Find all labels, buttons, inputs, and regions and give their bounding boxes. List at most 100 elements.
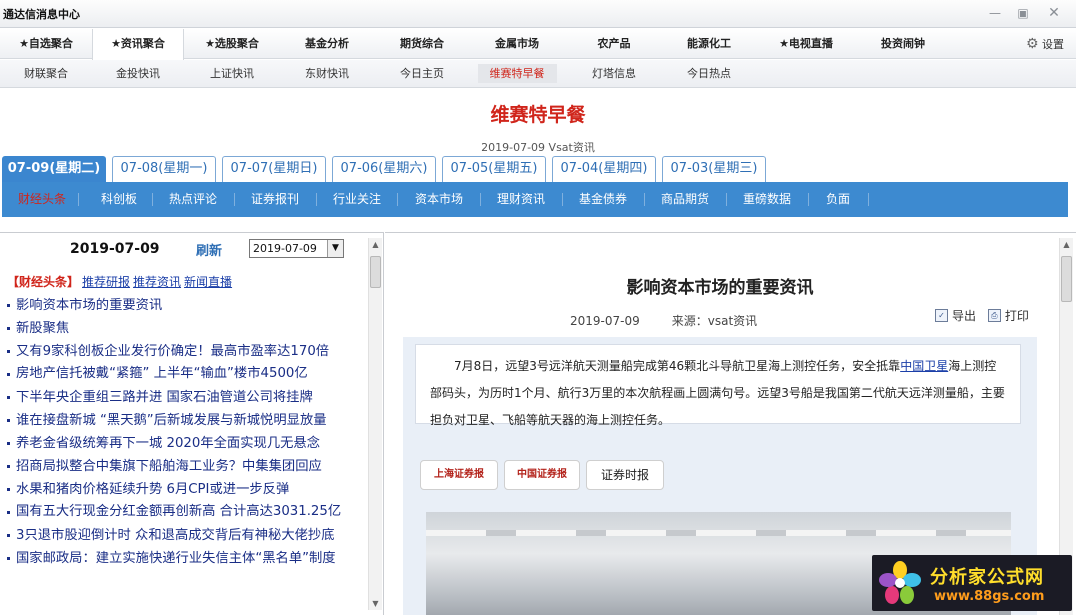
subnav-tab-0[interactable]: 财联聚合 [0,60,92,88]
article-summary: 7月8日，远望3号远洋航天测量船完成第46颗北斗导航卫星海上测控任务，安全抵靠中… [415,344,1021,427]
print-label: 打印 [1004,309,1029,323]
nav-tab-5[interactable]: 金属市场 [471,29,563,59]
article-source: 来源：vsat资讯 [671,314,758,328]
nav-tab-7[interactable]: 能源化工 [663,29,755,59]
date-tab-1[interactable]: 07-08(星期一) [112,156,216,182]
chevron-down-icon[interactable]: ▼ [327,240,343,257]
news-item[interactable]: 下半年央企重组三路并进 国家石油管道公司将挂牌 [7,386,359,409]
news-list: 影响资本市场的重要资讯 新股聚焦 又有9家科创板企业发行价确定！最高市盈率达170倍… [7,294,359,570]
subnav-tab-7[interactable]: 今日热点 [663,60,755,88]
date-tab-3[interactable]: 07-06(星期六) [332,156,436,182]
logo-securities-times[interactable]: 证券时报 [586,460,664,490]
news-item[interactable]: 谁在接盘新城 “黑天鹅”后新城发展与新城悦明显放量 [7,409,359,432]
subnav-tab-2[interactable]: 上证快讯 [186,60,278,88]
nav-tab-2[interactable]: ★选股聚合 [186,29,278,59]
news-item[interactable]: 又有9家科创板企业发行价确定！最高市盈率达170倍 [7,340,359,363]
article-tools: ✓ 导出 ⎙ 打印 [935,307,1037,324]
ad-url: www.88gs.com [934,589,1045,604]
date-tab-0[interactable]: 07-09(星期二) [2,156,106,182]
date-tab-5[interactable]: 07-04(星期四) [552,156,656,182]
scroll-down-icon[interactable]: ▼ [369,597,382,610]
article-date: 2019-07-09 [570,314,640,328]
link-news-live[interactable]: 新闻直播 [184,275,232,289]
news-item[interactable]: 影响资本市场的重要资讯 [7,294,359,317]
minimize-icon[interactable]: — [984,5,1006,21]
news-item[interactable]: 国有五大行现金分红金额再创新高 合计高达3031.25亿 [7,501,359,524]
category-tab-5[interactable]: 资本市场 [398,182,480,217]
article-title: 影响资本市场的重要资讯 [626,278,814,298]
main-nav: ★自选聚合 ★资讯聚合 ★选股聚合 基金分析 期货综合 金属市场 农产品 能源化工 ★电视直播投… [0,29,1076,60]
watermark-ad: 分析家公式网 www.88gs.com [872,555,1072,611]
date-tab-4[interactable]: 07-05(星期五) [442,156,546,182]
subnav-tab-5[interactable]: 维赛特早餐 [471,60,563,88]
category-tab-6[interactable]: 理财资讯 [480,182,562,217]
window-title: 通达信消息中心 [3,8,80,21]
logo-china-securities[interactable]: 中国证券报 [504,460,580,490]
category-tab-7[interactable]: 基金债券 [562,182,644,217]
left-scrollbar[interactable]: ▲ ▼ [368,238,382,610]
subnav-tab-label: 灯塔信息 [592,67,636,80]
category-tab-10[interactable]: 负面 [808,182,868,217]
subnav-tab-label: 今日主页 [400,67,444,80]
gear-icon: ⚙ [1025,36,1039,52]
subnav-tab-4[interactable]: 今日主页 [376,60,468,88]
news-item[interactable]: 新股聚焦 [7,317,359,340]
subnav-tab-3[interactable]: 东财快讯 [281,60,373,88]
news-item[interactable]: 招商局拟整合中集旗下船舶海工业务？中集集团回应 [7,455,359,478]
maximize-icon[interactable]: ▣ [1012,5,1034,21]
subnav-tab-label: 东财快讯 [305,67,349,80]
section-header: 【财经头条】 推荐研报 推荐资讯 新闻直播 [7,273,232,290]
scroll-up-icon[interactable]: ▲ [1060,238,1073,251]
logo-shanghai-securities[interactable]: 上海证券报 [420,460,498,490]
subnav-tab-label: 金投快讯 [116,67,160,80]
category-tab-3[interactable]: 证券报刊 [234,182,316,217]
close-icon[interactable]: ✕ [1043,5,1065,21]
category-tab-9[interactable]: 重磅数据 [726,182,808,217]
export-button[interactable]: ✓ 导出 [935,307,976,324]
category-tab-0[interactable]: 财经头条 [6,182,78,217]
export-label: 导出 [952,309,977,323]
nav-tab-4[interactable]: 期货综合 [376,29,468,59]
link-recommended-news[interactable]: 推荐资讯 [133,275,181,289]
category-tab-4[interactable]: 行业关注 [317,182,397,217]
page-subtitle: 2019-07-09 Vsat资讯 [481,141,595,154]
link-recommended-reports[interactable]: 推荐研报 [82,275,130,289]
subnav-tab-6[interactable]: 灯塔信息 [568,60,660,88]
stock-link[interactable]: 中国卫星 [900,359,948,373]
date-select[interactable]: 2019-07-09 ▼ [249,239,344,258]
news-item[interactable]: 养老金省级统筹再下一城 2020年全面实现几无悬念 [7,432,359,455]
scroll-thumb[interactable] [370,256,381,288]
flower-logo-icon [879,561,921,604]
category-bar: 财经头条 科创板 热点评论 证券报刊 行业关注 资本市场 理财资讯 基金债券 商品期货 重磅数据负… [2,182,1068,217]
scroll-thumb[interactable] [1061,256,1072,302]
ad-title: 分析家公式网 [930,567,1044,588]
sub-nav: 财联聚合 金投快讯 上证快讯 东财快讯 今日主页 维赛特早餐 灯塔信息 今日热点 [0,60,1076,88]
export-icon: ✓ [935,309,948,322]
news-item[interactable]: 国家邮政局：建立实施快递行业失信主体“黑名单”制度 [7,547,359,570]
news-item[interactable]: 水果和猪肉价格延续升势 6月CPI或进一步反弹 [7,478,359,501]
print-button[interactable]: ⎙ 打印 [987,307,1029,324]
printer-icon: ⎙ [987,309,1001,322]
refresh-button[interactable]: 刷新 [196,240,222,259]
category-tab-1[interactable]: 科创板 [86,182,152,217]
subnav-tab-label: 财联聚合 [24,67,68,80]
category-tab-2[interactable]: 热点评论 [152,182,234,217]
nav-tab-6[interactable]: 农产品 [568,29,660,59]
date-tab-2[interactable]: 07-07(星期日) [222,156,326,182]
nav-tab-0[interactable]: ★自选聚合 [0,29,92,59]
nav-tab-1[interactable]: ★资讯聚合 [92,29,184,60]
nav-tab-9[interactable]: 投资闹钟 [857,29,949,59]
settings-button[interactable]: ⚙ 设置 [1026,36,1064,52]
news-item[interactable]: 房地产信托被戴“紧箍” 上半年“输血”楼市4500亿 [7,363,359,386]
title-bar: 通达信消息中心 — ▣ ✕ [0,0,1076,28]
subnav-tab-1[interactable]: 金投快讯 [92,60,184,88]
scroll-up-icon[interactable]: ▲ [369,238,382,251]
nav-tab-8[interactable]: ★电视直播 [760,29,852,59]
list-date: 2019-07-09 [70,241,160,257]
settings-label: 设置 [1042,38,1064,51]
nav-tab-3[interactable]: 基金分析 [281,29,373,59]
date-tab-6[interactable]: 07-03(星期三) [662,156,766,182]
page-title: 维赛特早餐 [490,104,586,126]
news-item[interactable]: 3只退市股迎倒计时 众和退高成交背后有神秘大佬抄底 [7,524,359,547]
category-tab-8[interactable]: 商品期货 [644,182,726,217]
